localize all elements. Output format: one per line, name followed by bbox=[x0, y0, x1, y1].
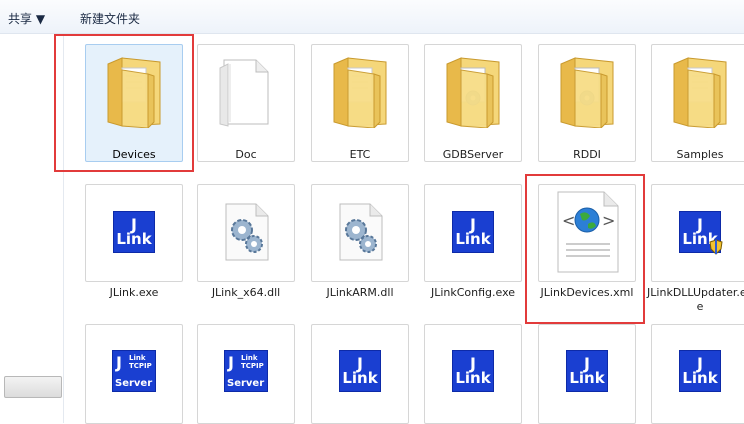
document-folder-icon bbox=[219, 59, 269, 127]
jlink-icon: J Link bbox=[452, 211, 494, 253]
svg-text:<: < bbox=[562, 211, 575, 230]
file-name-label: JLinkARM.dll bbox=[326, 286, 394, 299]
file-thumbnail: J Link bbox=[85, 188, 183, 276]
jlink-icon: J Link bbox=[566, 350, 608, 392]
file-name-label: JLinkConfig.exe bbox=[430, 286, 516, 299]
folder-icon bbox=[333, 57, 387, 128]
file-thumbnail: J Link bbox=[311, 326, 409, 416]
folder-icon bbox=[560, 57, 614, 128]
file-thumbnail bbox=[311, 46, 409, 136]
file-name-label: RDDI bbox=[573, 148, 601, 161]
gear-file-icon bbox=[225, 203, 269, 261]
file-thumbnail bbox=[651, 46, 744, 136]
file-name-label: ETC bbox=[349, 148, 371, 161]
file-name-label: Doc bbox=[235, 148, 257, 161]
file-thumbnail: < > bbox=[538, 188, 636, 276]
file-thumbnail bbox=[197, 188, 295, 276]
command-bar: 共享 ▼ 新建文件夹 bbox=[0, 0, 744, 34]
new-folder-button[interactable]: 新建文件夹 bbox=[80, 10, 140, 27]
folder-icon bbox=[107, 57, 161, 128]
file-name-label: JLink.exe bbox=[109, 286, 159, 299]
jlink-tcpip-server-icon: J Link TCPIP Server bbox=[112, 350, 156, 392]
jlink-icon: J Link bbox=[452, 350, 494, 392]
navigation-scrollbar[interactable] bbox=[4, 376, 62, 398]
svg-text:>: > bbox=[602, 211, 615, 230]
gear-file-icon bbox=[339, 203, 383, 261]
file-thumbnail bbox=[85, 46, 183, 136]
jlink-icon: J Link bbox=[113, 211, 155, 253]
file-thumbnail bbox=[311, 188, 409, 276]
navigation-pane bbox=[0, 34, 64, 423]
file-thumbnail bbox=[538, 46, 636, 136]
file-thumbnail: J Link bbox=[651, 188, 744, 276]
file-name-label: JLink_x64.dll bbox=[211, 286, 281, 299]
file-thumbnail: J Link bbox=[538, 326, 636, 416]
jlink-icon: J Link bbox=[679, 211, 723, 255]
file-thumbnail: J Link TCPIP Server bbox=[197, 326, 295, 416]
file-thumbnail bbox=[424, 46, 522, 136]
file-name-label: Devices bbox=[112, 148, 156, 161]
jlink-icon: J Link bbox=[339, 350, 381, 392]
file-name-label: JLinkDLLUpdater.exe bbox=[647, 286, 744, 313]
xml-document-icon: < > bbox=[557, 191, 619, 273]
file-name-label: JLinkDevices.xml bbox=[540, 286, 634, 299]
folder-icon bbox=[446, 57, 500, 128]
jlink-tcpip-server-icon: J Link TCPIP Server bbox=[224, 350, 268, 392]
file-name-label: Samples bbox=[676, 148, 724, 161]
file-thumbnail bbox=[197, 46, 295, 136]
share-menu-button[interactable]: 共享 ▼ bbox=[8, 10, 45, 27]
file-thumbnail: J Link bbox=[424, 188, 522, 276]
file-name-label: GDBServer bbox=[442, 148, 504, 161]
file-thumbnail: J Link bbox=[651, 326, 744, 416]
jlink-icon: J Link bbox=[679, 350, 721, 392]
file-thumbnail: J Link bbox=[424, 326, 522, 416]
uac-shield-icon bbox=[709, 239, 723, 255]
file-thumbnail: J Link TCPIP Server bbox=[85, 326, 183, 416]
folder-icon bbox=[673, 57, 727, 128]
